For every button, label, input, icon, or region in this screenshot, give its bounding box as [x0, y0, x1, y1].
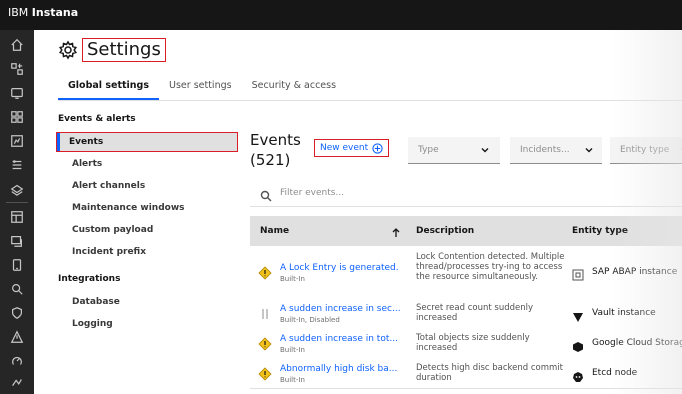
group-label-events-alerts: Events & alerts — [58, 114, 136, 124]
event-description: Secret read count suddenly increased — [416, 303, 534, 323]
sidebar-item-alerts[interactable]: Alerts — [58, 154, 242, 174]
search-icon[interactable] — [7, 280, 27, 298]
gear-icon — [58, 40, 78, 60]
page-header: Settings — [58, 38, 166, 62]
event-name-link[interactable]: A sudden increase in sec... — [280, 304, 401, 314]
home-icon[interactable] — [7, 36, 27, 54]
app-window: IBM Instana Settings Global settings Use… — [0, 0, 682, 394]
tab-security-access[interactable]: Security & access — [242, 74, 346, 100]
chevron-down-icon — [480, 145, 490, 155]
analytics-icon[interactable] — [7, 132, 27, 150]
website-icon[interactable] — [7, 84, 27, 102]
sidebar-item-events[interactable]: Events — [56, 132, 238, 152]
left-navigation — [0, 30, 34, 394]
column-header-entity-type[interactable]: Entity type — [572, 226, 628, 236]
filter-events-field[interactable]: Filter events... — [250, 180, 682, 207]
sidebar-item-logging[interactable]: Logging — [58, 314, 242, 334]
sidebar-item-incident-prefix[interactable]: Incident prefix — [58, 242, 242, 262]
table-row[interactable]: A sudden increase in sec... Built-In, Di… — [250, 298, 682, 329]
tab-user-settings[interactable]: User settings — [159, 74, 242, 100]
sidebar-item-maintenance-windows[interactable]: Maintenance windows — [58, 198, 242, 218]
entity-type-value: Google Cloud Storag — [592, 338, 682, 348]
type-filter-value: Type — [418, 145, 439, 155]
page-title: Settings — [82, 38, 166, 62]
warning-diamond-icon — [258, 336, 272, 351]
events-icon[interactable] — [7, 352, 27, 370]
event-sub-label: Built-In, Disabled — [280, 316, 340, 324]
synthetic-icon[interactable] — [7, 232, 27, 250]
cloud-storage-icon — [572, 338, 584, 352]
entity-type-value: SAP ABAP instance — [592, 267, 678, 277]
platform-icon[interactable] — [7, 180, 27, 198]
sidebar-item-label: Alerts — [72, 159, 103, 169]
table-row[interactable]: A sudden increase in tot... Built-In Tot… — [250, 328, 682, 359]
event-sub-label: Built-In — [280, 275, 305, 283]
event-sub-label: Built-In — [280, 376, 305, 384]
main-content: Settings Global settings User settings S… — [34, 30, 682, 394]
table-header: Name Description Entity type — [250, 216, 682, 246]
sidebar-item-custom-payload[interactable]: Custom payload — [58, 220, 242, 240]
brand-name: Instana — [31, 6, 79, 19]
events-count: (521) — [250, 151, 291, 169]
new-event-label: New event — [320, 143, 369, 153]
vault-triangle-icon — [572, 308, 584, 322]
chevron-down-icon — [584, 145, 594, 155]
entity-type-value: Etcd node — [592, 368, 638, 378]
entity-type-filter-select[interactable]: Entity type — [610, 137, 682, 164]
infrastructure-icon[interactable] — [7, 156, 27, 174]
event-name-link[interactable]: A sudden increase in tot... — [280, 334, 398, 344]
search-icon — [260, 187, 272, 202]
sap-instance-icon — [572, 266, 584, 281]
sidebar-item-label: Maintenance windows — [72, 203, 185, 213]
settings-tabs: Global settings User settings Security &… — [58, 74, 682, 101]
dashboard-icon[interactable] — [7, 208, 27, 226]
events-title: Events — [250, 131, 301, 149]
event-description: Lock Contention detected. Multiple threa… — [416, 252, 565, 282]
tab-global-settings[interactable]: Global settings — [58, 74, 160, 100]
brand-prefix: IBM — [8, 6, 29, 19]
brand-logo[interactable]: IBM Instana — [8, 6, 78, 19]
event-name-link[interactable]: Abnormally high disk ba... — [280, 364, 397, 374]
column-header-name[interactable]: Name — [260, 226, 289, 236]
sidebar-item-label: Alert channels — [72, 181, 146, 191]
sidebar-item-label: Logging — [72, 319, 113, 329]
new-event-button[interactable]: New event — [314, 139, 390, 157]
mobile-icon[interactable] — [7, 256, 27, 274]
sidebar-item-label: Database — [72, 297, 120, 307]
pause-icon — [258, 306, 272, 320]
type-filter-select[interactable]: Type — [408, 137, 500, 164]
etcd-node-icon — [572, 368, 584, 382]
arrow-up-icon[interactable] — [390, 224, 402, 237]
warning-diamond-icon — [258, 366, 272, 381]
column-header-description[interactable]: Description — [416, 226, 474, 236]
warning-diamond-icon — [258, 265, 272, 280]
entity-type-filter-value: Entity type — [620, 145, 670, 155]
sidebar-item-label: Events — [69, 137, 104, 147]
incidents-filter-select[interactable]: Incidents... — [510, 137, 602, 164]
filter-events-placeholder: Filter events... — [280, 188, 345, 198]
table-row[interactable]: Abnormally high disk ba... Built-In Dete… — [250, 358, 682, 389]
nav-divider — [6, 202, 28, 203]
event-sub-label: Built-In — [280, 346, 305, 354]
add-circle-icon — [372, 142, 383, 154]
group-label-integrations: Integrations — [58, 274, 121, 284]
entity-type-value: Vault instance — [592, 308, 656, 318]
top-bar: IBM Instana — [0, 0, 682, 30]
event-name-link[interactable]: A Lock Entry is generated. — [280, 263, 399, 273]
sidebar-item-label: Incident prefix — [72, 247, 147, 257]
event-description: Total objects size suddenly increased — [416, 333, 530, 353]
sidebar-item-database[interactable]: Database — [58, 292, 242, 312]
services-icon[interactable] — [7, 108, 27, 126]
shield-icon[interactable] — [7, 304, 27, 322]
incidents-filter-value: Incidents... — [520, 145, 570, 155]
event-description: Detects high disc backend commit duratio… — [416, 363, 564, 383]
sidebar-item-alert-channels[interactable]: Alert channels — [58, 176, 242, 196]
sidebar-item-label: Custom payload — [72, 225, 154, 235]
warning-icon[interactable] — [7, 328, 27, 346]
application-icon[interactable] — [7, 60, 27, 78]
table-row[interactable]: A Lock Entry is generated. Built-In Lock… — [250, 246, 682, 299]
automation-icon[interactable] — [7, 374, 27, 392]
